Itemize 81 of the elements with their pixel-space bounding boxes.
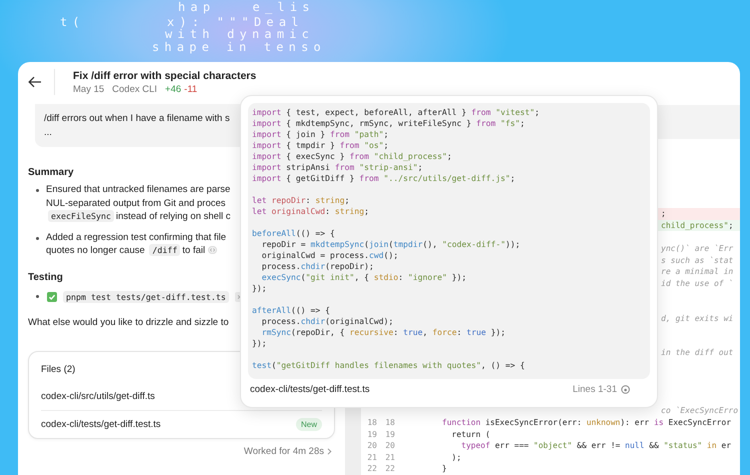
background-code-text: x): """Deal (167, 16, 304, 29)
code-line: execSync("git init", { stdio: "ignore" }); (260, 272, 468, 283)
code-comment: in the diff out (661, 348, 734, 358)
code-line: function isExecSyncError(err: unknown): err is ExecSyncError (442, 418, 732, 427)
bullet-text: quotes no longer cause (46, 245, 145, 256)
code-line: import { mkdtempSync, rmSync, writeFileSync } from "fs"; (252, 118, 526, 129)
bullet-text: instead of relying on shell c (116, 211, 231, 222)
bullet-dot (36, 295, 39, 298)
code-line: process.chdir(originalCwd); (260, 316, 394, 327)
test-command: pnpm test tests/get-diff.test.ts (63, 290, 229, 302)
section-heading: Testing (28, 272, 63, 282)
bullet-text: NUL-separated output from Git and proces (46, 198, 226, 208)
line-number: 20 (385, 441, 395, 450)
task-date: May 15 (73, 84, 104, 94)
worked-time-link[interactable]: Worked for 4m 28s (244, 446, 335, 457)
file-path[interactable]: codex-cli/tests/get-diff.test.ts (41, 419, 161, 430)
line-number: 22 (385, 464, 395, 474)
code-line: ; (661, 209, 666, 218)
files-heading: Files (2) (41, 363, 76, 377)
code-comment: re a minimal in (661, 267, 734, 276)
code-line: rmSync(repoDir, { recursive: true, force: true }); (260, 327, 506, 338)
inline-code: /diff (149, 244, 180, 256)
code-comment: d, git exits wi (661, 314, 734, 323)
message-text: /diff errors out when I have a filename with s (44, 112, 230, 126)
line-number: 19 (367, 430, 377, 439)
code-comment: s such as `stat (661, 256, 734, 265)
code-line: import stripAnsi from "strip-ansi"; (252, 162, 424, 173)
bullet-text: to fail (182, 245, 206, 256)
code-line: afterAll(() => { (252, 305, 331, 316)
task-title: Fix /diff error with special characters (73, 70, 256, 82)
line-number: 21 (385, 452, 395, 462)
code-comment: id the use of ` (661, 278, 734, 288)
code-comment: co `ExecSyncErro (661, 406, 738, 416)
line-number: 21 (367, 452, 377, 462)
file-path: codex-cli/tests/get-diff.test.ts (250, 384, 370, 395)
code-line: } (442, 464, 447, 474)
code-line: process.chdir(repoDir); (260, 261, 375, 272)
code-line: child_process"; (661, 220, 734, 230)
inline-code: execFileSync (48, 210, 114, 222)
bullet-dot (36, 236, 39, 240)
line-number: 20 (367, 441, 377, 450)
background-code-text: with dynamic (165, 28, 314, 41)
code-line: let repoDir: string; (252, 195, 350, 206)
bullet-text: Added a regression test confirming that file (46, 232, 226, 242)
file-path[interactable]: codex-cli/src/utils/get-diff.ts (41, 391, 155, 402)
code-line: return ( (450, 430, 490, 439)
additions-count: +46 (165, 84, 182, 94)
code-line: let originalCwd: string; (252, 206, 370, 217)
code-line: test("getGitDiff handles filenames with quotes", () => { (252, 360, 526, 371)
citation-icon[interactable] (208, 246, 218, 254)
code-line: typeof err === "object" && err != null && "status" in er (460, 441, 732, 450)
background-code-text: shape in tenso (152, 41, 326, 54)
message-text: ... (44, 126, 52, 140)
line-number: 18 (385, 418, 395, 427)
code-line: import { tmpdir } from "os"; (252, 140, 390, 151)
section-heading: Summary (28, 167, 74, 178)
code-line: }); (252, 338, 268, 349)
line-range: Lines 1-31 (572, 384, 617, 395)
back-arrow-icon[interactable] (28, 76, 42, 88)
line-number: 18 (367, 418, 377, 427)
code-line: import { getGitDiff } from "../src/utils/get-diff.js"; (252, 173, 516, 184)
code-line: beforeAll(() => { (252, 228, 336, 239)
new-badge: New (296, 418, 322, 431)
chevron-right-icon (327, 448, 332, 455)
code-line: import { execSync } from "child_process"; (252, 151, 453, 162)
task-source: Codex CLI (112, 84, 158, 94)
code-line: }); (252, 283, 268, 294)
code-comment: ync()` are `Err (661, 244, 734, 254)
background-code-text: t( (60, 16, 85, 29)
code-line: import { join } from "path"; (252, 129, 390, 140)
question-text: What else would you like to drizzle and sizzle to (28, 316, 229, 328)
code-line: repoDir = mkdtempSync(join(tmpdir(), "codex-diff-")); (260, 239, 522, 250)
code-line: originalCwd = process.cwd(); (260, 250, 400, 261)
code-line: import { test, expect, beforeAll, afterAll } from "vitest"; (252, 107, 541, 118)
code-line: ); (450, 452, 462, 462)
line-number: 22 (367, 464, 377, 474)
bullet-dot (36, 189, 39, 192)
line-number: 19 (385, 430, 395, 439)
background-code-text: hap e_lis (178, 1, 315, 14)
deletions-count: -11 (184, 84, 198, 94)
bullet-text: Ensured that untracked filenames are parse (46, 184, 230, 195)
